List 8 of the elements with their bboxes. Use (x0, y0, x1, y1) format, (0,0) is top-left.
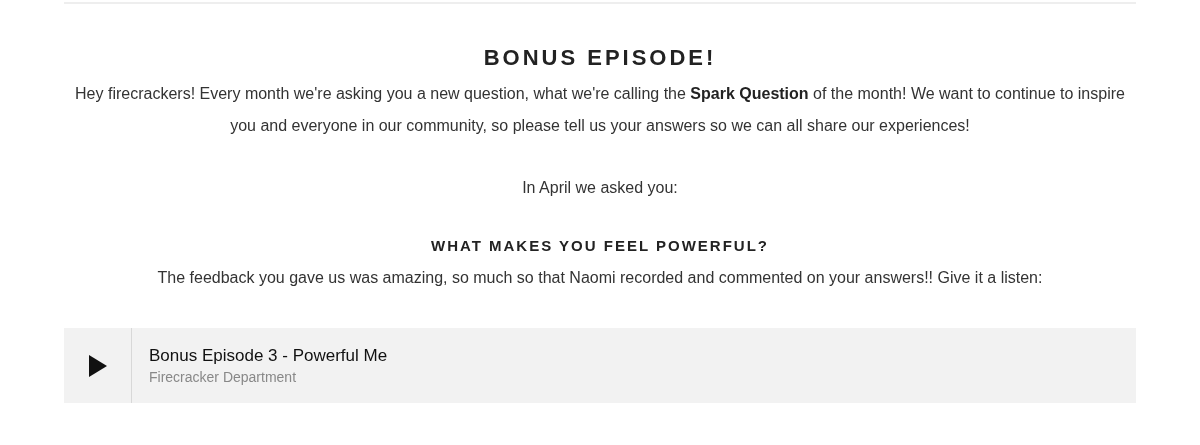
question-heading: WHAT MAKES YOU FEEL POWERFUL? (431, 236, 769, 256)
play-icon (88, 354, 107, 377)
followup-text: The feedback you gave us was amazing, so much so that Naomi recorded and commented on your answers!! Give it a listen: (157, 268, 1043, 288)
track-artist: Firecracker Department (149, 369, 298, 385)
lead-text: In April we asked you: (522, 178, 678, 198)
track-title: Bonus Episode 3 - Powerful Me (149, 346, 388, 366)
section-heading: BONUS EPISODE! (483, 44, 717, 72)
intro-paragraph: Hey firecrackers! Every month we're asking you a new question, what we're calling the Spark Question of the month! We want to continue to inspire you and everyone in our community, so please tell us your answers so we can all share our experiences! (74, 84, 1126, 136)
